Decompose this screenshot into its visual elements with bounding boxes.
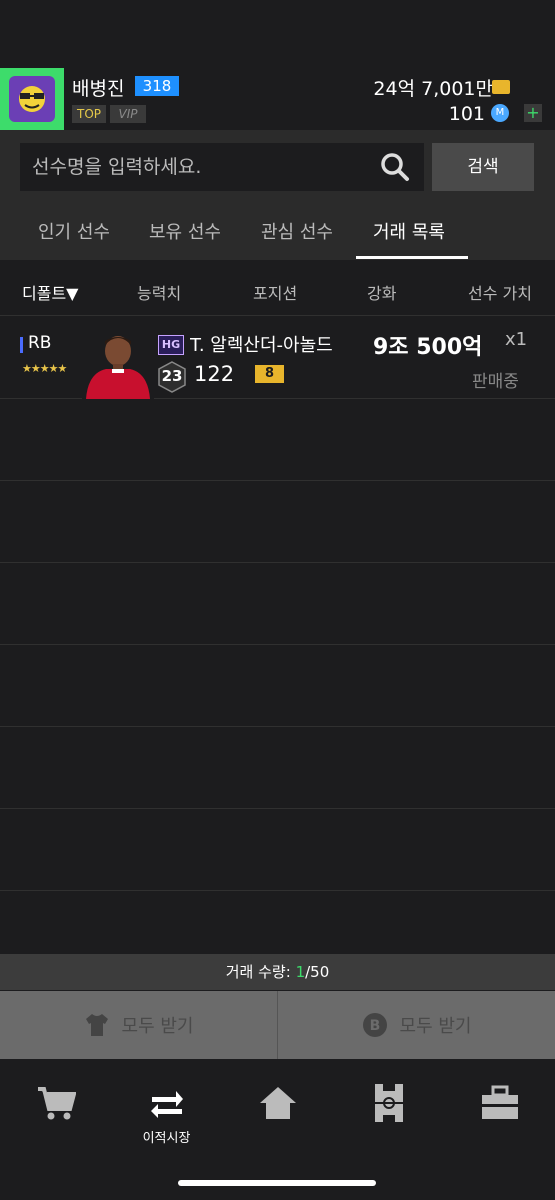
currency-amount: 24억 7,001만 xyxy=(373,78,493,100)
top-badge: TOP xyxy=(72,105,106,123)
nav-club[interactable] xyxy=(444,1059,555,1149)
sort-dropdown[interactable]: 디폴트▼ xyxy=(22,280,78,304)
b-coin-icon: B xyxy=(362,1013,387,1037)
home-indicator xyxy=(178,1180,376,1186)
username: 배병진 xyxy=(72,78,125,100)
receive-all-coins-label: 모두 받기 xyxy=(399,1016,472,1037)
trade-count-total: /50 xyxy=(305,963,330,981)
level-badge: 318 xyxy=(135,76,179,96)
add-points-button[interactable]: + xyxy=(524,104,542,122)
tab-owned[interactable]: 보유 선수 xyxy=(149,218,221,244)
briefcase-icon xyxy=(481,1085,518,1119)
nav-transfer-market[interactable]: 이적시장 xyxy=(111,1059,222,1149)
enhance-badge: 8 xyxy=(255,365,284,383)
tab-watchlist[interactable]: 관심 선수 xyxy=(261,218,333,244)
listing-status: 판매중 xyxy=(472,372,519,392)
tab-bar: 인기 선수 보유 선수 관심 선수 거래 목록 xyxy=(0,202,555,260)
season-label: 23 xyxy=(161,367,183,385)
search-icon[interactable] xyxy=(380,152,410,182)
ticket-icon xyxy=(492,80,510,94)
player-stars: ★★★★★ xyxy=(22,362,67,375)
empty-row xyxy=(0,645,555,727)
avatar-emblem xyxy=(9,76,55,122)
column-value[interactable]: 선수 가치 xyxy=(468,280,532,304)
listing-quantity: x1 xyxy=(505,329,528,350)
trade-count-bar: 거래 수량: 1/50 xyxy=(0,954,555,990)
trade-count-label: 거래 수량: xyxy=(225,963,291,981)
svg-text:B: B xyxy=(369,1018,380,1034)
column-headers: 디폴트▼ 능력치 포지션 강화 선수 가치 xyxy=(0,262,555,316)
receive-all-players-button[interactable]: 모두 받기 xyxy=(0,991,277,1059)
nav-transfer-label: 이적시장 xyxy=(142,1131,191,1146)
cart-icon xyxy=(37,1087,76,1120)
tab-popular[interactable]: 인기 선수 xyxy=(38,218,110,244)
position-color-bar xyxy=(20,337,23,353)
search-input[interactable] xyxy=(32,143,372,191)
pitch-icon xyxy=(374,1084,403,1122)
active-tab-indicator xyxy=(356,256,468,259)
receive-all-players-label: 모두 받기 xyxy=(121,1016,194,1037)
nav-home[interactable] xyxy=(222,1059,333,1149)
points-amount: 101 xyxy=(448,103,485,125)
listing-price: 9조 500억 xyxy=(373,335,483,360)
bottom-nav: 이적시장 xyxy=(0,1059,555,1200)
avatar[interactable] xyxy=(0,68,64,130)
coin-icon: M xyxy=(491,104,509,122)
receive-bar: 모두 받기 B 모두 받기 xyxy=(0,991,555,1059)
vip-badge: VIP xyxy=(110,105,146,123)
receive-all-coins-button[interactable]: B 모두 받기 xyxy=(278,991,555,1059)
search-box xyxy=(20,143,424,191)
player-image xyxy=(82,329,154,399)
table-row[interactable]: RB ★★★★★ HG T. 알렉산더-아놀드 23 122 8 9조 500억… xyxy=(0,317,555,399)
trade-count-current: 1 xyxy=(295,963,306,981)
status-bar xyxy=(0,0,555,68)
player-overall: 122 xyxy=(194,362,235,386)
season-badge: 23 xyxy=(157,361,187,393)
column-ability[interactable]: 능력치 xyxy=(137,280,181,304)
player-name: T. 알렉산더-아놀드 xyxy=(190,335,333,356)
home-icon xyxy=(259,1087,296,1119)
empty-row xyxy=(0,481,555,563)
search-area: 검색 xyxy=(0,130,555,202)
player-position: RB xyxy=(28,333,52,353)
jersey-icon xyxy=(85,1014,108,1036)
nav-squad[interactable] xyxy=(333,1059,444,1149)
empty-row xyxy=(0,727,555,809)
homegrown-badge: HG xyxy=(158,335,184,355)
profile-header: 배병진 318 TOP VIP 24억 7,001만 101 M + xyxy=(0,68,555,130)
search-button[interactable]: 검색 xyxy=(432,143,534,191)
empty-row xyxy=(0,563,555,645)
transfer-icon xyxy=(150,1091,183,1118)
nav-shop[interactable] xyxy=(0,1059,111,1149)
tab-trade-list[interactable]: 거래 목록 xyxy=(373,218,445,244)
empty-row xyxy=(0,399,555,481)
column-position[interactable]: 포지션 xyxy=(253,280,297,304)
empty-row xyxy=(0,809,555,891)
column-enhance[interactable]: 강화 xyxy=(367,280,396,304)
